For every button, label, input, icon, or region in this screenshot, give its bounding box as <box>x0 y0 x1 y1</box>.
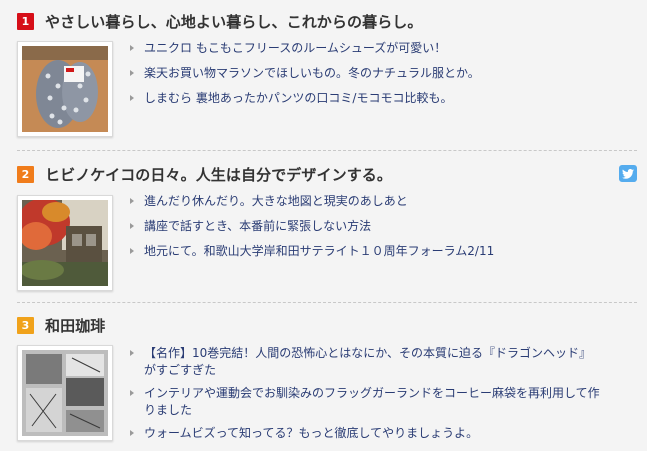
list-item: ユニクロ もこもこフリースのルームシューズが可愛い！ <box>128 40 480 57</box>
rank-badge: 3 <box>17 316 34 334</box>
rank-badge: 2 <box>17 165 34 183</box>
arrow-right-icon <box>130 95 134 101</box>
article-link[interactable]: ユニクロ もこもこフリースのルームシューズが可愛い！ <box>144 41 446 55</box>
article-link[interactable]: 進んだり休んだり。大きな地図と現実のあしあと <box>144 194 408 208</box>
blog-title-link[interactable]: ヒビノケイコの日々。人生は自分でデザインする。 <box>45 164 392 185</box>
article-list-2: 進んだり休んだり。大きな地図と現実のあしあと 講座で話すとき、本番前に緊張しない… <box>128 193 494 260</box>
list-item: 【名作】10巻完結！人間の恐怖心とはなにか、その本質に迫る『ドラゴンヘッド』 が… <box>128 345 600 379</box>
arrow-right-icon <box>130 223 134 229</box>
entry-header-1: 1 やさしい暮らし、心地よい暮らし、これからの暮らし。 <box>17 10 423 32</box>
blog-thumbnail-3[interactable] <box>17 345 113 441</box>
article-link[interactable]: 楽天お買い物マラソンでほしいもの。冬のナチュラル服とか。 <box>144 66 480 80</box>
list-item: 進んだり休んだり。大きな地図と現実のあしあと <box>128 193 494 210</box>
blog-thumbnail-2[interactable] <box>17 195 113 291</box>
manga-page-photo-icon <box>22 350 108 436</box>
arrow-right-icon <box>130 198 134 204</box>
article-link[interactable]: インテリアや運動会でお馴染みのフラッグガーランドをコーヒー麻袋を再利用して作 り… <box>144 386 600 417</box>
arrow-right-icon <box>130 45 134 51</box>
list-item: ウォームビズって知ってる？もっと徹底してやりましょうよ。 <box>128 425 600 442</box>
article-link[interactable]: 【名作】10巻完結！人間の恐怖心とはなにか、その本質に迫る『ドラゴンヘッド』 が… <box>144 346 591 377</box>
article-link[interactable]: ウォームビズって知ってる？もっと徹底してやりましょうよ。 <box>144 426 478 440</box>
blog-title-link[interactable]: 和田珈琲 <box>45 315 105 336</box>
article-link[interactable]: 講座で話すとき、本番前に緊張しない方法 <box>144 219 371 233</box>
article-list-3: 【名作】10巻完結！人間の恐怖心とはなにか、その本質に迫る『ドラゴンヘッド』 が… <box>128 345 600 442</box>
twitter-bird-icon[interactable] <box>619 165 637 182</box>
arrow-right-icon <box>130 390 134 396</box>
list-item: 楽天お買い物マラソンでほしいもの。冬のナチュラル服とか。 <box>128 65 480 82</box>
ranking-list: 1 やさしい暮らし、心地よい暮らし、これからの暮らし。 ユニクロ もこもこフリー… <box>0 0 647 451</box>
arrow-right-icon <box>130 248 134 254</box>
entry-header-2: 2 ヒビノケイコの日々。人生は自分でデザインする。 <box>17 163 392 185</box>
divider <box>17 150 637 151</box>
list-item: 講座で話すとき、本番前に緊張しない方法 <box>128 218 494 235</box>
arrow-right-icon <box>130 430 134 436</box>
list-item: インテリアや運動会でお馴染みのフラッグガーランドをコーヒー麻袋を再利用して作 り… <box>128 385 600 419</box>
blog-thumbnail-1[interactable] <box>17 41 113 137</box>
blog-title-link[interactable]: やさしい暮らし、心地よい暮らし、これからの暮らし。 <box>45 11 423 32</box>
arrow-right-icon <box>130 350 134 356</box>
article-link[interactable]: しまむら 裏地あったかパンツの口コミ/モコモコ比較も。 <box>144 91 452 105</box>
slippers-photo-icon <box>22 46 108 132</box>
arrow-right-icon <box>130 70 134 76</box>
article-link[interactable]: 地元にて。和歌山大学岸和田サテライト１０周年フォーラム2/11 <box>144 244 494 258</box>
entry-header-3: 3 和田珈琲 <box>17 314 105 336</box>
list-item: しまむら 裏地あったかパンツの口コミ/モコモコ比較も。 <box>128 90 480 107</box>
divider <box>17 302 637 303</box>
autumn-house-photo-icon <box>22 200 108 286</box>
twitter-bird-glyph <box>622 168 634 179</box>
rank-badge: 1 <box>17 12 34 30</box>
list-item: 地元にて。和歌山大学岸和田サテライト１０周年フォーラム2/11 <box>128 243 494 260</box>
article-list-1: ユニクロ もこもこフリースのルームシューズが可愛い！ 楽天お買い物マラソンでほし… <box>128 40 480 107</box>
